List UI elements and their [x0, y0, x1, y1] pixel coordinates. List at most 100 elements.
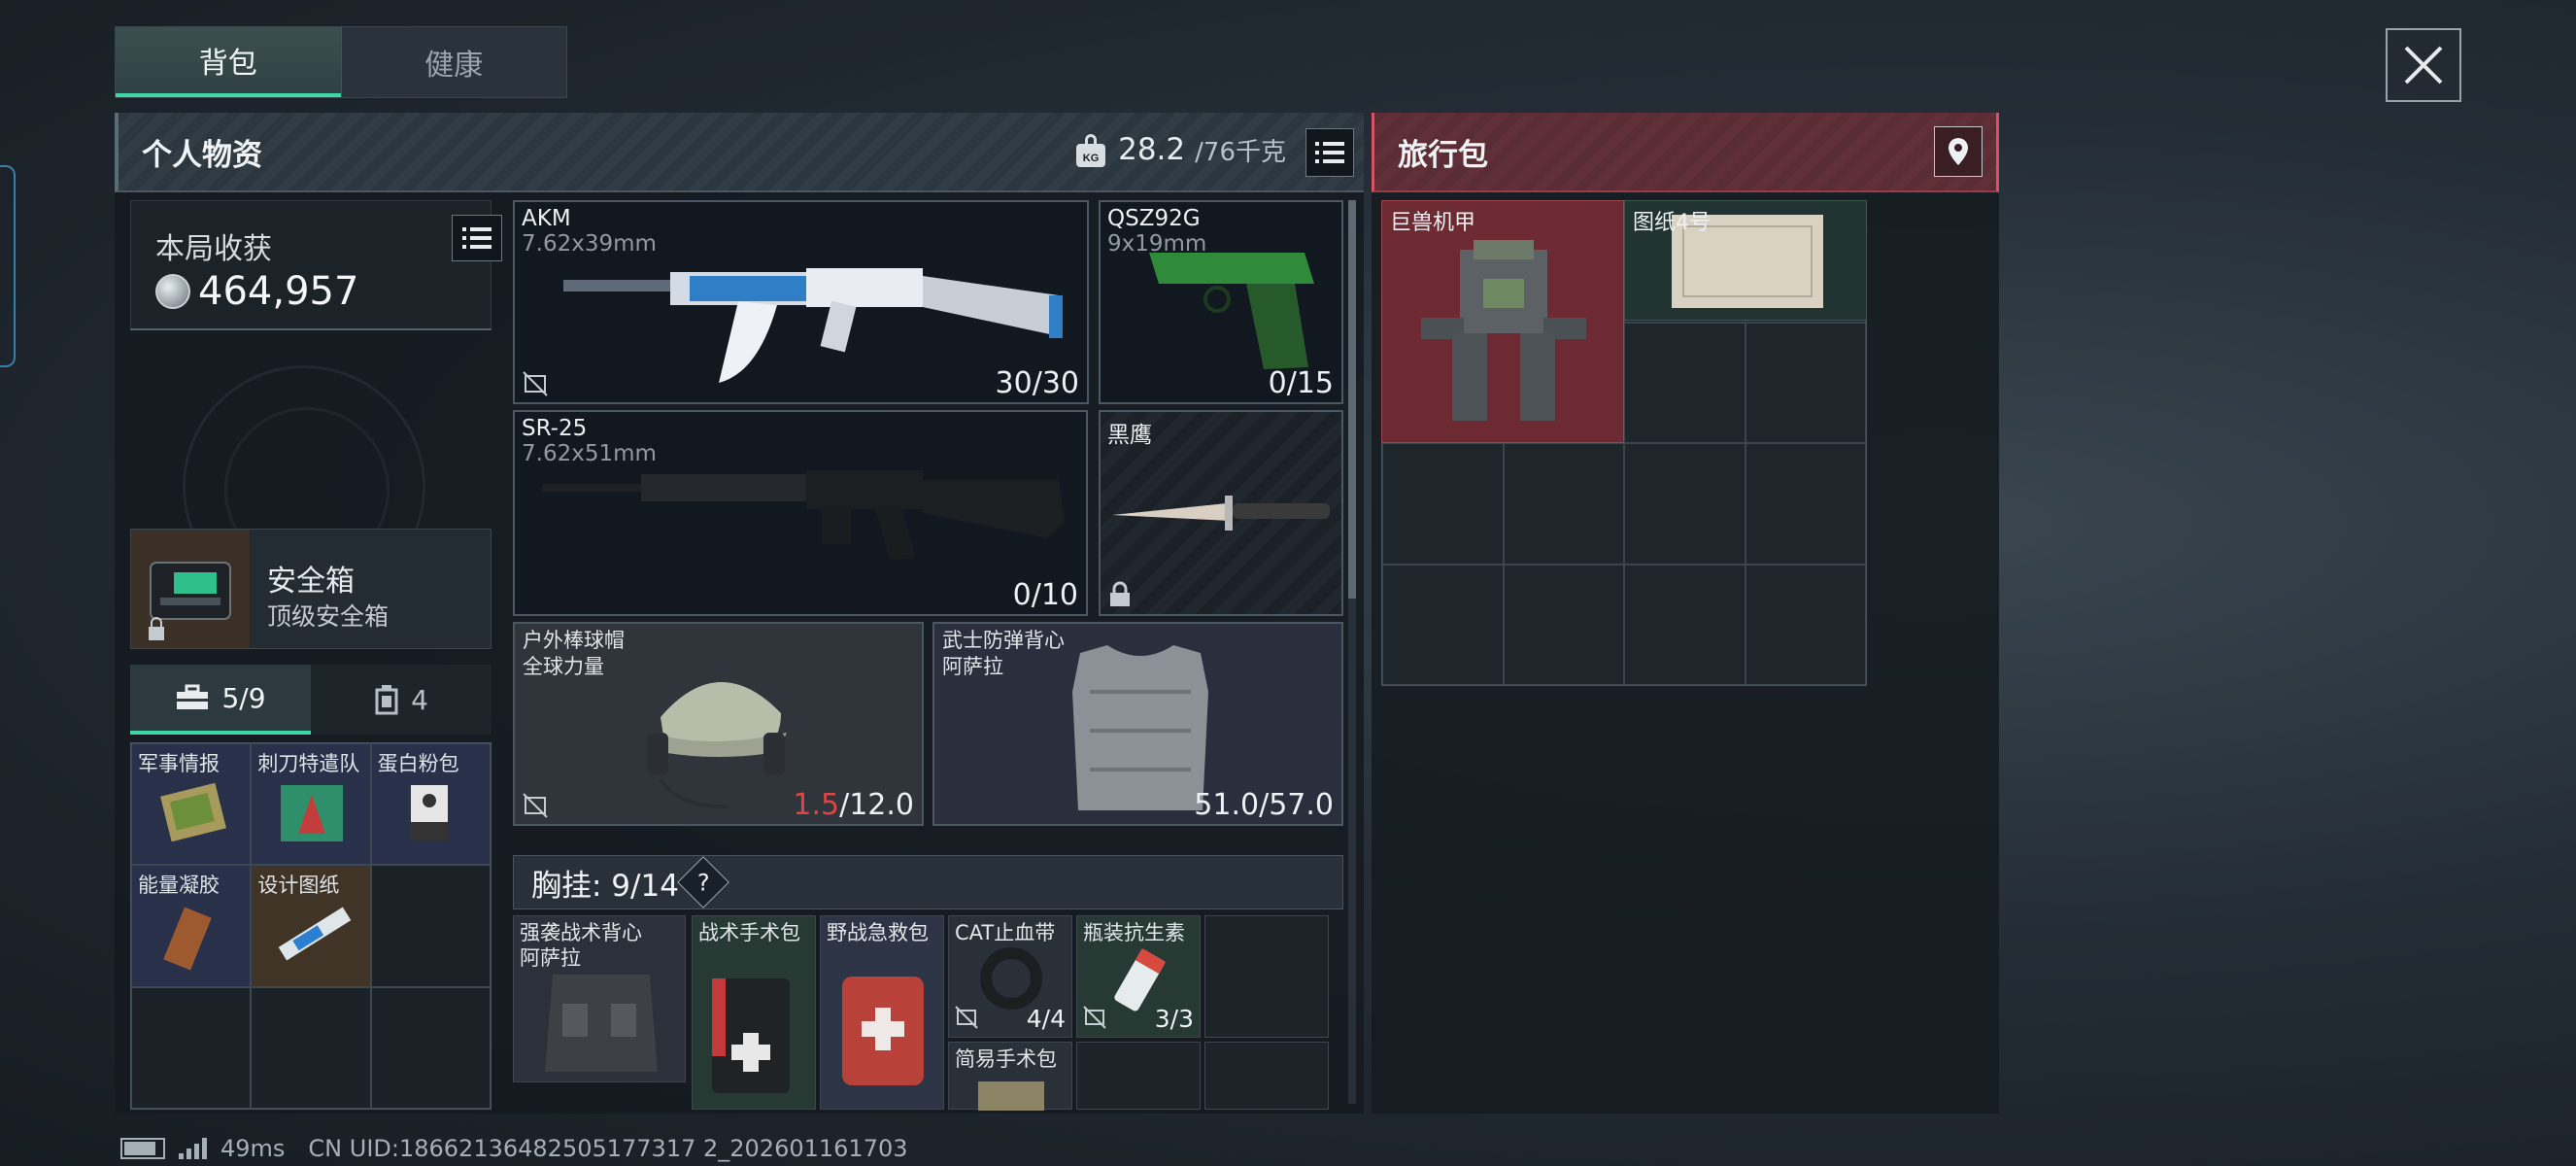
simple-surgery-image: [978, 1081, 1044, 1111]
personal-header: 个人物资 KG 28.2/76千克: [115, 113, 1364, 192]
backpack-slot[interactable]: [1382, 564, 1504, 685]
pouch-item-intel[interactable]: 军事情报: [131, 743, 252, 866]
help-icon: ?: [696, 869, 710, 896]
safe-box-image: [131, 530, 250, 648]
backpack-slot[interactable]: [1624, 564, 1746, 685]
lock-icon: [149, 617, 164, 640]
uid-text: CN UID:18662136482505177317 2_2026011617…: [308, 1135, 908, 1162]
no-insure-icon: [523, 371, 548, 396]
weapon-slot-akm[interactable]: AKM 7.62x39mm 30/30: [513, 200, 1089, 404]
toolbox-count: 5/9: [221, 681, 266, 714]
weight-icon: KG: [1076, 134, 1106, 167]
safe-box-slot[interactable]: 安全箱 顶级安全箱: [130, 529, 491, 649]
durability-max: /12.0: [839, 788, 914, 822]
harvest-value: 464,957: [198, 269, 359, 314]
tab-canister[interactable]: 4: [311, 665, 491, 735]
weapon-slot-qsz92g[interactable]: QSZ92G 9x19mm 0/15: [1099, 200, 1343, 404]
tab-backpack[interactable]: 背包: [116, 27, 341, 97]
chest-item-surgical-kit[interactable]: 战术手术包: [692, 915, 816, 1110]
durability-current: 1.5: [793, 788, 840, 822]
pouch-item-protein[interactable]: 蛋白粉包: [370, 743, 491, 866]
chest-rig-vest[interactable]: 强袭战术背心 阿萨拉: [513, 915, 686, 1082]
scrollbar-thumb[interactable]: [1348, 200, 1356, 599]
pouch-item-blueprint[interactable]: 设计图纸: [251, 865, 371, 987]
no-insure-icon: [955, 1006, 978, 1029]
backpack-slot[interactable]: [1745, 564, 1866, 685]
chest-item-first-aid[interactable]: 野战急救包: [820, 915, 944, 1110]
backpack-title: 旅行包: [1398, 137, 1488, 173]
ammo-count: 30/30: [995, 366, 1079, 400]
lock-icon: [1110, 581, 1130, 606]
weight-current: 28.2: [1118, 132, 1186, 167]
no-insure-icon: [1083, 1006, 1106, 1029]
armor-slot[interactable]: 武士防弹背心 阿萨拉 51.0/57.0: [932, 622, 1343, 826]
personal-title: 个人物资: [142, 137, 262, 173]
map-pin-icon: [1949, 138, 1968, 165]
pouch-tabs: 5/9 4: [130, 665, 491, 735]
safe-box-name: 安全箱: [267, 565, 355, 599]
helmet-slot[interactable]: 户外棒球帽 全球力量 1.5/12.0: [513, 622, 924, 826]
pouch-empty-slot[interactable]: [251, 986, 371, 1109]
chest-item-simple-surgery[interactable]: 简易手术包: [948, 1042, 1072, 1111]
chest-empty-slot[interactable]: [1204, 1042, 1329, 1110]
chest-item-antibiotic[interactable]: 瓶装抗生素 3/3: [1076, 915, 1201, 1038]
chest-empty-slot[interactable]: [1204, 915, 1329, 1038]
tab-health[interactable]: 健康: [340, 27, 567, 97]
toolbox-icon: [177, 684, 209, 709]
pouch-empty-slot[interactable]: [131, 986, 252, 1109]
book-image: [281, 785, 344, 841]
chest-rig-header: 胸挂: 9/14 ?: [513, 855, 1343, 909]
sr25-image: [542, 470, 1065, 560]
sort-list-button[interactable]: [1305, 128, 1354, 177]
tab-toolbox[interactable]: 5/9: [130, 665, 311, 735]
backpack-header: 旅行包: [1372, 113, 1999, 192]
close-button[interactable]: [2386, 28, 2461, 102]
harvest-label: 本局收获: [155, 232, 272, 266]
svg-text:KG: KG: [1083, 153, 1100, 164]
item-label: 图纸4号: [1633, 211, 1711, 235]
pouch-item-energy-gel[interactable]: 能量凝胶: [131, 865, 252, 987]
locate-button[interactable]: [1934, 126, 1983, 177]
backpack-slot[interactable]: [1745, 443, 1866, 565]
pouch-grid: 军事情报 刺刀特遣队 蛋白粉包 能量凝胶 设计图纸: [130, 742, 491, 1110]
side-drawer-handle[interactable]: [0, 165, 16, 367]
status-bar: 49ms CN UID:18662136482505177317 2_20260…: [120, 1135, 908, 1162]
personal-supplies-panel: 个人物资 KG 28.2/76千克 本局收获 464,957 安全箱 顶级安全箱…: [115, 113, 1364, 1114]
signal-icon: [179, 1138, 207, 1159]
chest-rig-label: 胸挂: 9/14: [531, 868, 679, 904]
backpack-slot[interactable]: [1624, 443, 1746, 565]
backpack-slot[interactable]: [1745, 322, 1866, 443]
list-icon: [462, 227, 491, 249]
backpack-item-mech[interactable]: 巨兽机甲: [1381, 200, 1624, 443]
weight-max: /76千克: [1195, 137, 1286, 167]
backpack-slot[interactable]: [1503, 564, 1624, 685]
inventory-scrollbar[interactable]: [1348, 200, 1356, 1104]
list-icon: [1315, 142, 1344, 163]
backpack-slot[interactable]: [1624, 322, 1746, 443]
chest-empty-slot[interactable]: [1076, 1042, 1201, 1110]
pouch-item-bayonet-team[interactable]: 刺刀特遣队: [251, 743, 371, 866]
backpack-slot[interactable]: [1382, 443, 1504, 565]
coin-icon: [155, 274, 190, 309]
help-button[interactable]: ?: [677, 856, 729, 909]
battery-icon: [120, 1138, 165, 1159]
protein-image: [410, 785, 448, 841]
canister-icon: [375, 685, 398, 715]
intel-image: [160, 782, 226, 842]
pouch-empty-slot[interactable]: [370, 986, 491, 1109]
harvest-value-row: 464,957: [155, 269, 358, 314]
close-icon: [2404, 46, 2443, 85]
knife-image: [1112, 496, 1330, 531]
backpack-slot[interactable]: [1503, 443, 1624, 565]
melee-slot-knife[interactable]: 黑鹰: [1099, 410, 1343, 616]
backpack-item-blueprint[interactable]: 图纸4号: [1624, 200, 1867, 321]
weapon-slot-sr25[interactable]: SR-25 7.62x51mm 0/10: [513, 410, 1088, 616]
harvest-list-button[interactable]: [452, 215, 502, 261]
backpack-panel: 旅行包 巨兽机甲 图纸4号: [1372, 113, 1999, 1114]
ping-value: 49ms: [220, 1135, 286, 1162]
item-count: 4/4: [1026, 1005, 1066, 1033]
armor-durability: 51.0/57.0: [1194, 788, 1334, 822]
chest-item-tourniquet[interactable]: CAT止血带 4/4: [948, 915, 1072, 1038]
tactical-vest-image: [545, 975, 658, 1072]
pouch-empty-slot[interactable]: [370, 865, 491, 987]
